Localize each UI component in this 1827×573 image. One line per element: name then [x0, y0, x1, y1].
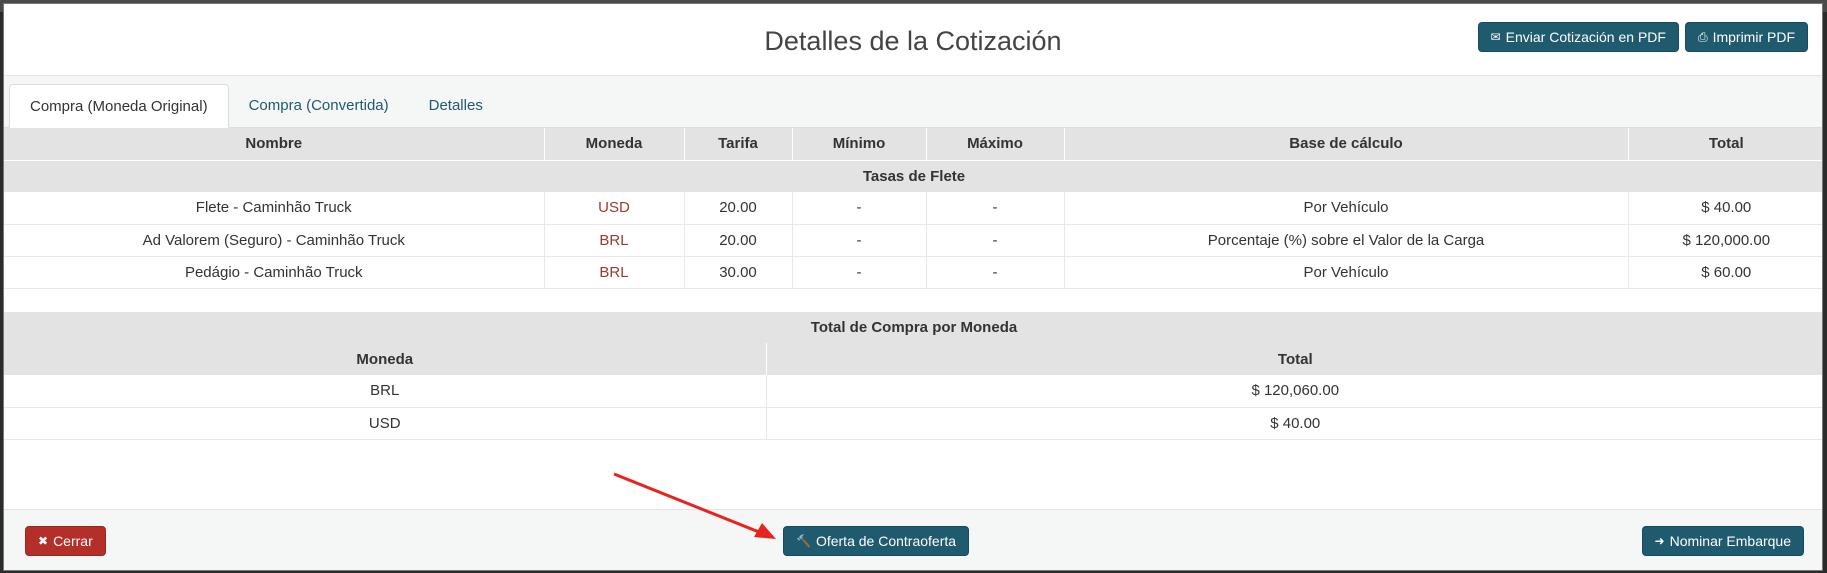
cell-calc-base: Por Vehículo [1064, 192, 1629, 225]
print-icon: ⎙ [1697, 29, 1708, 44]
table-row: USD $ 40.00 [4, 407, 1822, 440]
cell-currency: BRL [544, 224, 685, 257]
cell-name: Flete - Caminhão Truck [4, 192, 545, 225]
cell-rate: 30.00 [684, 256, 793, 289]
table-spacer [4, 289, 1822, 311]
modal-footer: ✖ Cerrar 🔨 Oferta de Contraoferta ➜ Nomi… [4, 509, 1822, 570]
envelope-icon: ✉ [1490, 30, 1501, 44]
arrow-right-icon: ➜ [1654, 534, 1665, 548]
cell-min: - [792, 256, 927, 289]
close-button[interactable]: ✖ Cerrar [25, 526, 106, 556]
send-pdf-label: Enviar Cotización en PDF [1505, 29, 1666, 45]
cell-rate: 20.00 [684, 192, 793, 225]
rates-table-header: Nombre Moneda Tarifa Mínimo Máximo Base … [4, 128, 1822, 160]
cell-total: $ 120,060.00 [766, 375, 1822, 408]
totals-title: Total de Compra por Moneda [4, 310, 1822, 343]
col-header-total: Total [766, 343, 1822, 375]
col-header-total: Total [1628, 128, 1822, 160]
quote-details-modal: Detalles de la Cotización ✉ Enviar Cotiz… [3, 3, 1823, 571]
section-title-freight: Tasas de Flete [4, 159, 1822, 192]
tab-purchase-converted[interactable]: Compra (Convertida) [229, 84, 409, 128]
counter-offer-button[interactable]: 🔨 Oferta de Contraoferta [783, 526, 970, 556]
col-header-currency: Moneda [4, 343, 767, 375]
cell-currency: USD [4, 407, 767, 440]
rates-table: Nombre Moneda Tarifa Mínimo Máximo Base … [4, 128, 1822, 289]
cell-total: $ 40.00 [1628, 192, 1822, 225]
header-actions: ✉ Enviar Cotización en PDF ⎙ Imprimir PD… [1477, 22, 1808, 52]
col-header-calc-base: Base de cálculo [1064, 128, 1629, 160]
tab-purchase-original[interactable]: Compra (Moneda Original) [9, 84, 229, 128]
cell-max: - [926, 192, 1065, 225]
col-header-max: Máximo [926, 128, 1065, 160]
cell-calc-base: Porcentaje (%) sobre el Valor de la Carg… [1064, 224, 1629, 257]
close-label: Cerrar [53, 533, 93, 549]
table-row: BRL $ 120,060.00 [4, 375, 1822, 408]
table-row: Pedágio - Caminhão Truck BRL 30.00 - - P… [4, 256, 1822, 289]
tab-details[interactable]: Detalles [409, 84, 503, 128]
tabs-bar: Compra (Moneda Original) Compra (Convert… [4, 76, 1822, 128]
nominate-label: Nominar Embarque [1669, 533, 1791, 549]
cell-min: - [792, 224, 927, 257]
counter-offer-label: Oferta de Contraoferta [815, 533, 957, 549]
cell-total: $ 60.00 [1628, 256, 1822, 289]
gavel-icon: 🔨 [796, 534, 811, 548]
col-header-min: Mínimo [792, 128, 927, 160]
totals-table-header: Moneda Total [4, 343, 1822, 375]
cell-max: - [926, 256, 1065, 289]
cell-total: $ 120,000.00 [1628, 224, 1822, 257]
modal-header: Detalles de la Cotización ✉ Enviar Cotiz… [4, 4, 1822, 76]
cell-max: - [926, 224, 1065, 257]
cell-min: - [792, 192, 927, 225]
cell-currency: BRL [544, 256, 685, 289]
cell-total: $ 40.00 [766, 407, 1822, 440]
print-pdf-button[interactable]: ⎙ Imprimir PDF [1684, 22, 1808, 52]
cell-name: Pedágio - Caminhão Truck [4, 256, 545, 289]
col-header-currency: Moneda [544, 128, 685, 160]
col-header-name: Nombre [4, 128, 545, 160]
table-row: Flete - Caminhão Truck USD 20.00 - - Por… [4, 192, 1822, 225]
cell-rate: 20.00 [684, 224, 793, 257]
cell-name: Ad Valorem (Seguro) - Caminhão Truck [4, 224, 545, 257]
table-row: Ad Valorem (Seguro) - Caminhão Truck BRL… [4, 224, 1822, 257]
cell-currency: BRL [4, 375, 767, 408]
col-header-rate: Tarifa [684, 128, 793, 160]
cell-currency: USD [544, 192, 685, 225]
send-pdf-button[interactable]: ✉ Enviar Cotización en PDF [1477, 22, 1679, 52]
times-icon: ✖ [38, 534, 49, 548]
cell-calc-base: Por Vehículo [1064, 256, 1629, 289]
nominate-shipment-button[interactable]: ➜ Nominar Embarque [1641, 526, 1804, 556]
totals-table: Total de Compra por Moneda Moneda Total … [4, 310, 1822, 440]
print-pdf-label: Imprimir PDF [1712, 29, 1795, 45]
